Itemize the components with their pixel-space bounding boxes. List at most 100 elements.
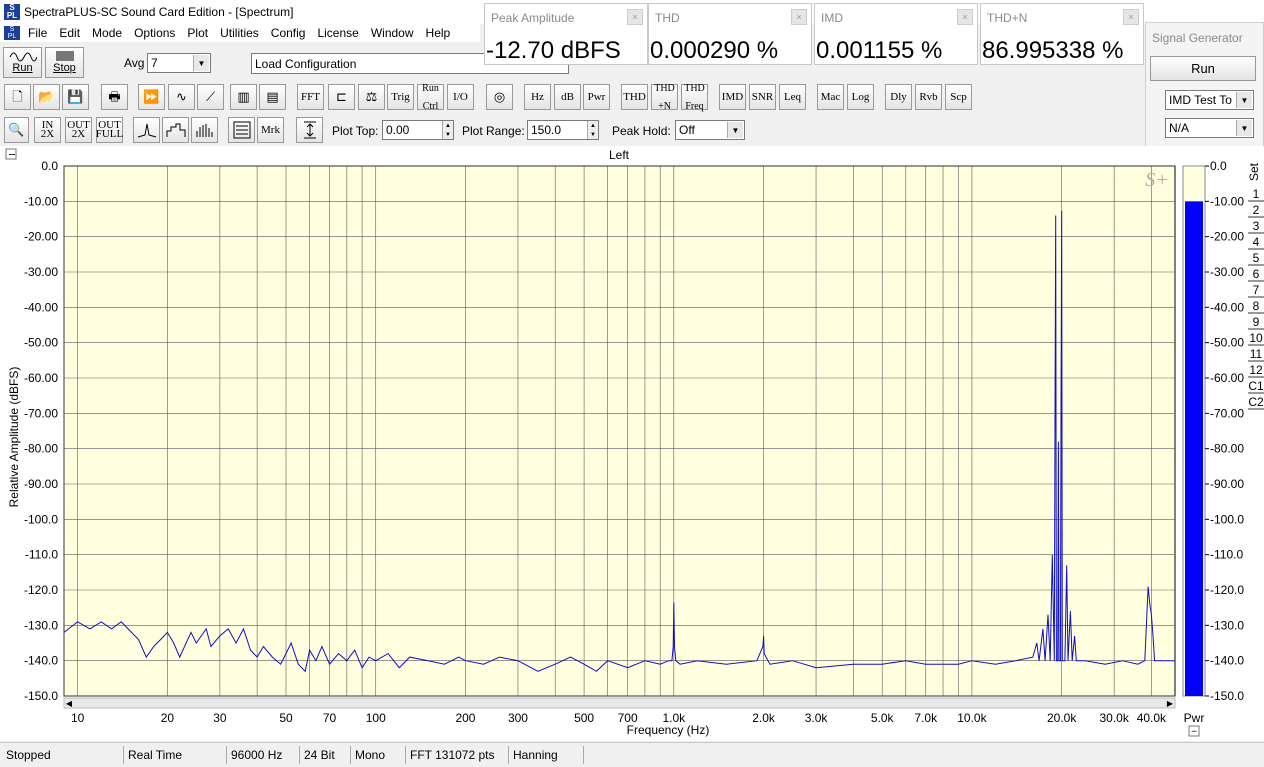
meter-value: 0.001155 % [816, 37, 943, 64]
peak-hold-select[interactable]: Off ▼ [675, 120, 745, 140]
set-item-9[interactable]: 9 [1253, 315, 1260, 329]
close-icon[interactable]: × [627, 9, 643, 25]
toolbar-fft-button[interactable]: FFT [297, 84, 324, 110]
y-tick-label: -140.0 [24, 654, 58, 668]
fast-forward-icon[interactable]: ⏩ [138, 84, 165, 110]
generator-mode-select[interactable]: IMD Test To ▼ [1165, 90, 1254, 110]
step-plot-icon[interactable] [162, 117, 189, 143]
set-item-7[interactable]: 7 [1253, 283, 1260, 297]
set-item-11[interactable]: 11 [1250, 347, 1263, 361]
zoom-in-2x-button[interactable]: IN 2X [34, 117, 61, 143]
zoom-icon[interactable]: 🔍 [4, 117, 29, 143]
menu-options[interactable]: Options [128, 26, 181, 40]
oscillator-icon[interactable]: ◎ [486, 84, 513, 110]
generator-run-button[interactable]: Run [1150, 56, 1256, 81]
toolbar-hz-button[interactable]: Hz [524, 84, 551, 110]
toolbar-run-ctrl-button[interactable]: Run Ctrl [417, 83, 444, 111]
set-item-3[interactable]: 3 [1253, 219, 1260, 233]
toolbar-thd-freq-button[interactable]: THD Freq [681, 83, 708, 111]
zoom-out-2x-button[interactable]: OUT 2X [65, 117, 92, 143]
scroll-right-icon[interactable]: ▶ [1167, 699, 1174, 708]
toolbar-thd-n-button[interactable]: THD +N [651, 83, 678, 111]
imd-meter[interactable]: IMD × 0.001155 % [814, 3, 978, 65]
menu-plot[interactable]: Plot [181, 26, 214, 40]
y-tick-label: -10.00 [24, 194, 58, 208]
menu-mode[interactable]: Mode [86, 26, 128, 40]
cursor-icon[interactable]: ⊏ [328, 84, 355, 110]
spinner-icon[interactable]: ▲ ▼ [442, 121, 453, 139]
meter-tick-label: -40.00 [1210, 300, 1244, 314]
balance-icon[interactable]: ⚖ [358, 84, 385, 110]
set-header: Set [1247, 162, 1261, 181]
menu-utilities[interactable]: Utilities [214, 26, 265, 40]
toolbar-i-o-button[interactable]: I/O [447, 84, 474, 110]
stop-button[interactable]: Stop [45, 47, 84, 78]
bar-plot-icon[interactable] [191, 117, 218, 143]
plot-range-input[interactable]: 150.0 ▲ ▼ [527, 120, 599, 140]
set-item-6[interactable]: 6 [1253, 267, 1260, 281]
status-fft-size: FFT 131072 pts [405, 746, 507, 764]
set-item-2[interactable]: 2 [1253, 203, 1260, 217]
meter-tick-label: -30.00 [1210, 265, 1244, 279]
set-item-10[interactable]: 10 [1249, 331, 1263, 345]
peak-amplitude-meter[interactable]: Peak Amplitude × -12.70 dBFS [484, 3, 648, 65]
range-icon[interactable] [296, 117, 323, 143]
run-button[interactable]: Run [3, 47, 42, 78]
line-plot-icon[interactable] [133, 117, 160, 143]
toolbar-dly-button[interactable]: Dly [885, 84, 912, 110]
toolbar-rvb-button[interactable]: Rvb [915, 84, 942, 110]
zoom-out-full-button[interactable]: OUT FULL [96, 117, 123, 143]
marker-button[interactable]: Mrk [257, 117, 284, 143]
set-item-c2[interactable]: C2 [1248, 395, 1264, 409]
set-item-5[interactable]: 5 [1253, 251, 1260, 265]
spectrogram-icon[interactable]: ▥ [230, 84, 257, 110]
horizontal-scrollbar[interactable] [63, 697, 1176, 709]
document-icon[interactable]: S PL [4, 26, 20, 40]
set-item-12[interactable]: 12 [1249, 363, 1263, 377]
toolbar-leq-button[interactable]: Leq [779, 84, 806, 110]
toolbar-log-button[interactable]: Log [847, 84, 874, 110]
thd-meter[interactable]: THD × 0.000290 % [648, 3, 812, 65]
menu-file[interactable]: File [22, 26, 53, 40]
3d-surface-icon[interactable]: ▤ [259, 84, 286, 110]
toolbar-trig-button[interactable]: Trig [387, 84, 414, 110]
toolbar-imd-button[interactable]: IMD [719, 84, 746, 110]
x-tick-label: 20.0k [1047, 711, 1077, 725]
set-item-8[interactable]: 8 [1253, 299, 1260, 313]
close-icon[interactable]: × [791, 9, 807, 25]
spinner-icon[interactable]: ▲ ▼ [587, 121, 598, 139]
toolbar-thd-button[interactable]: THD [621, 84, 648, 110]
avg-select[interactable]: 7 ▼ [147, 53, 211, 73]
scroll-left-icon[interactable]: ◀ [66, 699, 73, 708]
menu-window[interactable]: Window [365, 26, 420, 40]
menu-edit[interactable]: Edit [53, 26, 86, 40]
toolbar-mac-button[interactable]: Mac [817, 84, 844, 110]
chart-title: Left [609, 148, 630, 162]
waveform-icon[interactable]: ∿ [168, 84, 195, 110]
list-icon[interactable] [228, 117, 255, 143]
thd-n-meter[interactable]: THD+N × 86.995338 % [980, 3, 1144, 65]
menu-help[interactable]: Help [420, 26, 457, 40]
plot-top-input[interactable]: 0.00 ▲ ▼ [382, 120, 454, 140]
toolbar-db-button[interactable]: dB [554, 84, 581, 110]
spectrum-chart[interactable]: − Left 0.0 -10.00 -20.00 -30.00 -40.00 -50.00 -6… [0, 146, 1264, 741]
menu-license[interactable]: License [311, 26, 364, 40]
generator-option-select[interactable]: N/A ▼ [1165, 118, 1254, 138]
close-icon[interactable]: × [1123, 9, 1139, 25]
sawtooth-icon[interactable]: ⟋ [197, 84, 224, 110]
status-bit-depth: 24 Bit [299, 746, 349, 764]
new-file-icon[interactable]: 🗋 [4, 84, 31, 110]
save-icon[interactable]: 💾 [62, 84, 89, 110]
toolbar-pwr-button[interactable]: Pwr [583, 84, 610, 110]
set-item-1[interactable]: 1 [1253, 187, 1260, 201]
close-icon[interactable]: × [957, 9, 973, 25]
toolbar-snr-button[interactable]: SNR [749, 84, 776, 110]
x-tick-label: 40.0k [1137, 711, 1167, 725]
open-folder-icon[interactable]: 📂 [33, 84, 60, 110]
set-item-4[interactable]: 4 [1253, 235, 1260, 249]
toolbar-scp-button[interactable]: Scp [945, 84, 972, 110]
set-item-c1[interactable]: C1 [1248, 379, 1264, 393]
print-icon[interactable]: 🖶 [101, 84, 128, 110]
x-tick-label: 500 [574, 711, 594, 725]
menu-config[interactable]: Config [265, 26, 312, 40]
